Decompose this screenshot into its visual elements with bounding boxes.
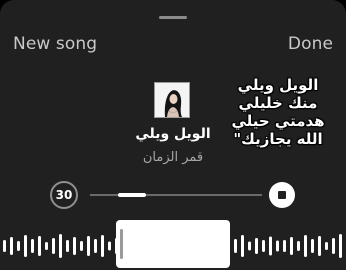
waveform-bar <box>80 241 83 251</box>
song-artist: قمر الزمان <box>142 150 204 165</box>
lyric-line: هدمتي حيلي <box>231 112 325 130</box>
waveform-bar <box>10 237 13 255</box>
waveform-bar <box>262 240 265 252</box>
stop-button[interactable] <box>269 182 295 208</box>
waveform-bar <box>241 235 244 257</box>
sheet-grabber-handle[interactable] <box>159 16 187 19</box>
waveform-bar <box>108 241 111 251</box>
waveform-bar <box>248 241 251 251</box>
waveform-bar <box>304 235 307 257</box>
waveform-bar <box>311 239 314 253</box>
waveform-bar <box>325 242 328 250</box>
waveform-bar <box>234 239 237 253</box>
waveform-bar <box>332 238 335 254</box>
waveform-bar <box>73 237 76 255</box>
waveform-bar <box>101 235 104 257</box>
waveform-bar <box>269 236 272 256</box>
playback-progress-track[interactable] <box>90 194 262 196</box>
waveform-bar <box>59 234 62 258</box>
done-button[interactable]: Done <box>288 34 333 54</box>
album-cover-art <box>155 83 189 117</box>
lyric-line: الويل ويلي <box>237 76 319 94</box>
waveform-bar <box>38 236 41 256</box>
waveform-bar <box>31 239 34 253</box>
lyric-line: الله يجازيك" <box>233 130 323 148</box>
waveform-bar <box>24 235 27 257</box>
waveform-bar <box>339 234 342 258</box>
waveform-bar <box>3 240 6 252</box>
clip-duration-button[interactable]: 30 <box>50 181 78 209</box>
new-song-button[interactable]: New song <box>13 34 97 54</box>
lyrics-preview: الويل ويلي منك خليلي هدمتي حيلي الله يجا… <box>226 76 330 148</box>
clip-duration-label: 30 <box>55 188 73 202</box>
waveform-bar <box>87 236 90 256</box>
waveform-bar <box>66 240 69 252</box>
clip-selection-window[interactable] <box>116 220 230 268</box>
clip-selection-handle[interactable] <box>120 229 123 259</box>
stop-icon <box>278 191 286 199</box>
album-cover-image <box>154 82 190 118</box>
playback-progress-fill <box>118 193 146 197</box>
song-title: الويل ويلي <box>135 126 211 142</box>
waveform-bar <box>255 238 258 254</box>
waveform-bar <box>52 238 55 254</box>
waveform-bar <box>297 241 300 251</box>
waveform-bar <box>45 242 48 250</box>
waveform-bar <box>17 241 20 251</box>
song-picker-sheet: New song Done الويل ويلي قمر الزمان الوي… <box>0 0 346 270</box>
waveform-bar <box>290 237 293 255</box>
waveform-bar <box>94 239 97 253</box>
lyric-line: منك خليلي <box>238 94 318 112</box>
waveform-bar <box>276 240 279 252</box>
waveform-bar <box>283 240 286 252</box>
waveform-bar <box>318 236 321 256</box>
